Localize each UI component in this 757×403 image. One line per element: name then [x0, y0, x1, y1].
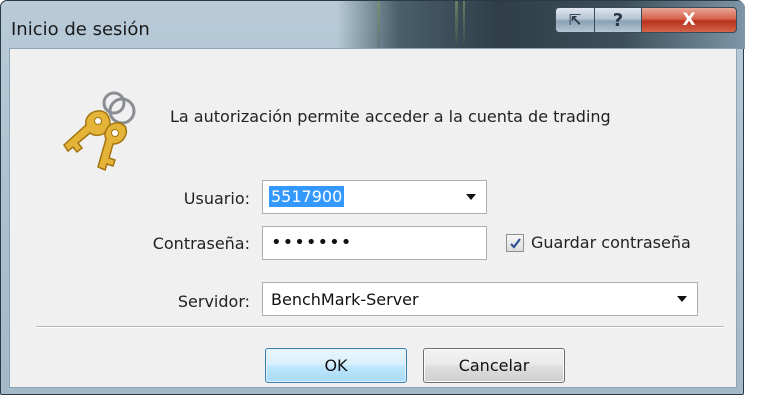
dialog-body: La autorización permite acceder a la cue… — [9, 48, 737, 388]
help-icon: ? — [612, 9, 624, 31]
server-label: Servidor: — [177, 292, 250, 311]
window-title: Inicio de sesión — [11, 19, 150, 40]
server-value: BenchMark-Server — [271, 290, 419, 309]
close-icon: X — [682, 10, 696, 30]
glass-streak — [377, 1, 380, 47]
auth-message: La autorización permite acceder a la cue… — [170, 107, 611, 126]
login-combobox[interactable]: 5517900 — [262, 180, 487, 214]
password-field[interactable]: ••••••• — [262, 226, 487, 260]
password-value: ••••••• — [271, 232, 353, 253]
checkmark-icon — [509, 237, 521, 249]
chevron-down-icon[interactable] — [466, 194, 476, 200]
login-dialog-window: Inicio de sesión ⇱ ? X La autorización p… — [0, 0, 745, 395]
help-button[interactable]: ? — [594, 7, 642, 33]
server-combobox[interactable]: BenchMark-Server — [262, 282, 698, 316]
save-password-label[interactable]: Guardar contraseña — [531, 233, 691, 252]
restore-icon: ⇱ — [568, 11, 582, 29]
restore-button[interactable]: ⇱ — [555, 7, 595, 33]
save-password-checkbox[interactable] — [506, 234, 524, 252]
chevron-down-icon[interactable] — [677, 296, 687, 302]
login-value: 5517900 — [269, 186, 345, 207]
glass-streak — [455, 1, 458, 47]
divider — [36, 326, 724, 328]
login-label: Usuario: — [183, 189, 250, 208]
ok-button[interactable]: OK — [265, 348, 407, 383]
cancel-button[interactable]: Cancelar — [423, 348, 565, 383]
close-button[interactable]: X — [641, 7, 737, 33]
password-label: Contraseña: — [152, 234, 250, 253]
glass-streak — [463, 1, 465, 47]
keys-icon — [63, 91, 136, 172]
